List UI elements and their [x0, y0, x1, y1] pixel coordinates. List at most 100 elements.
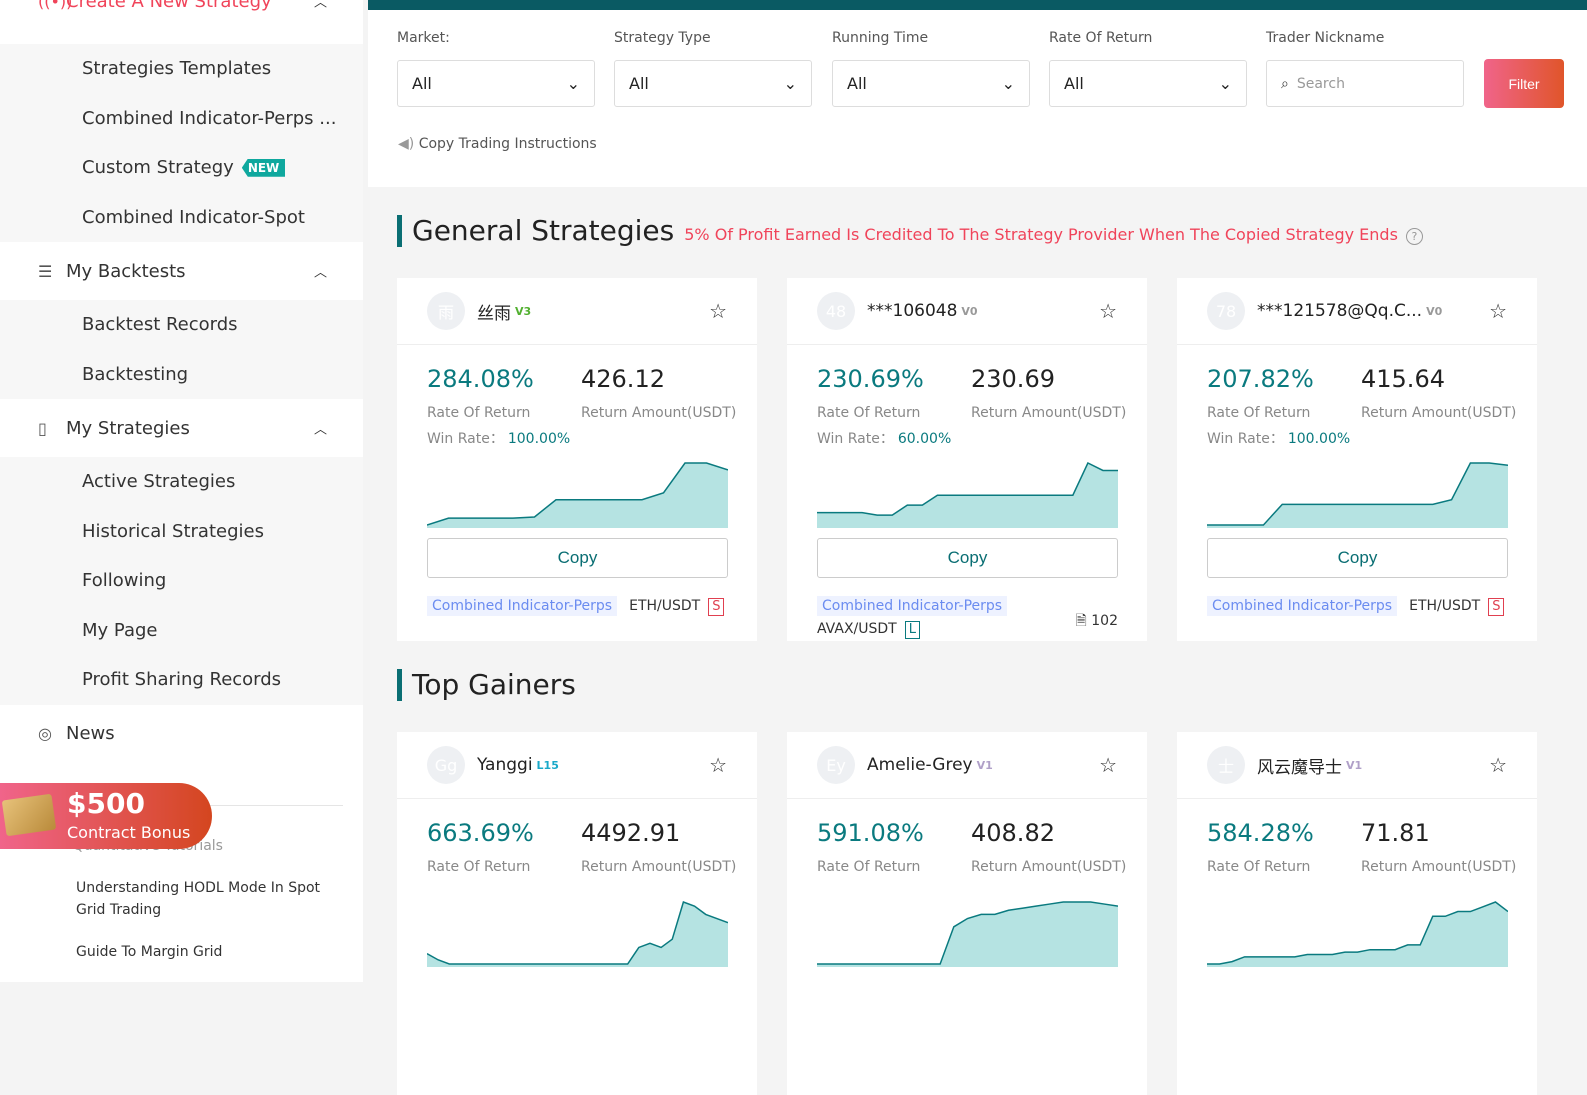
time-filter: Running Time All ⌄ — [832, 30, 1030, 107]
sidebar-group-create[interactable]: ((•)) Create A New Strategy ︿ — [0, 0, 363, 30]
planet-icon: ◎ — [38, 724, 52, 743]
instructions-label: Copy Trading Instructions — [418, 136, 597, 152]
broadcast-icon: ((•)) — [38, 0, 73, 11]
trading-pair: ETH/USDT — [629, 598, 701, 614]
market-filter: Market: All ⌄ — [397, 30, 595, 107]
market-select[interactable]: All ⌄ — [397, 60, 595, 107]
trader-name[interactable]: 丝雨 — [477, 299, 511, 324]
star-icon[interactable]: ☆ — [1489, 299, 1507, 323]
sidebar-group-strategies[interactable]: ▯ My Strategies ︿ — [0, 399, 363, 457]
type-select[interactable]: All ⌄ — [614, 60, 812, 107]
select-value: All — [847, 74, 867, 93]
rate-of-return: 230.69% — [817, 365, 924, 393]
level-badge: V0 — [961, 304, 978, 318]
rate-of-return: 284.08% — [427, 365, 534, 393]
strategy-type-tag: Combined Indicator-Perps — [1207, 596, 1398, 616]
sidebar-item-backtesting[interactable]: Backtesting — [0, 350, 363, 400]
instructions-link[interactable]: ◀) Copy Trading Instructions — [398, 136, 597, 152]
time-select[interactable]: All ⌄ — [832, 60, 1030, 107]
trader-name[interactable]: ***121578@Qq.C... — [1257, 301, 1422, 321]
amount-label: Return Amount(USDT) — [971, 405, 1127, 421]
rate-of-return: 591.08% — [817, 819, 924, 847]
card-header: 雨丝雨 V3 ☆ — [397, 278, 757, 345]
contract-bonus-banner[interactable]: $500 Contract Bonus — [0, 783, 212, 849]
tutorial-link[interactable]: Guide To Margin Grid — [76, 941, 326, 963]
tutorial-link[interactable]: Understanding HODL Mode In Spot Grid Tra… — [76, 877, 326, 921]
amount-label: Return Amount(USDT) — [581, 405, 737, 421]
promo-amount: $500 — [67, 787, 145, 820]
return-amount: 71.81 — [1361, 819, 1430, 847]
card-header: 78 ***121578@Qq.C... V0 ☆ — [1177, 278, 1537, 345]
return-sparkline — [817, 461, 1118, 528]
sidebar-item-historical[interactable]: Historical Strategies — [0, 507, 363, 557]
sidebar-item-profit-sharing[interactable]: Profit Sharing Records — [0, 655, 363, 705]
star-icon[interactable]: ☆ — [1099, 299, 1117, 323]
direction-badge: S — [1488, 598, 1505, 616]
sparkline-area — [427, 902, 728, 967]
avatar: 士 — [1207, 746, 1245, 784]
profit-note: 5% Of Profit Earned Is Credited To The S… — [684, 225, 1398, 244]
level-badge: V1 — [976, 758, 993, 772]
chevron-up-icon: ︿ — [313, 422, 327, 438]
ror-select[interactable]: All ⌄ — [1049, 60, 1247, 107]
type-filter: Strategy Type All ⌄ — [614, 30, 812, 107]
amount-label: Return Amount(USDT) — [1361, 405, 1517, 421]
section-title: Top Gainers — [412, 668, 576, 701]
trader-name[interactable]: 风云魔导士 — [1257, 753, 1342, 778]
trader-name[interactable]: Yanggi — [477, 755, 533, 775]
sidebar-item-combined-spot[interactable]: Combined Indicator-Spot — [0, 193, 363, 243]
strategy-card: 78 ***121578@Qq.C... V0 ☆ 207.82% 415.64 Rate… — [1177, 278, 1537, 641]
level-badge: V3 — [515, 304, 532, 318]
return-amount: 408.82 — [971, 819, 1055, 847]
strategy-card: Gg Yanggi L15 ☆ 663.69% 4492.91 Rate Of Retur… — [397, 732, 757, 1095]
sidebar-item-backtest-records[interactable]: Backtest Records — [0, 300, 363, 350]
chevron-down-icon: ⌄ — [566, 74, 580, 93]
star-icon[interactable]: ☆ — [1489, 753, 1507, 777]
star-icon[interactable]: ☆ — [709, 299, 727, 323]
return-sparkline — [1207, 462, 1508, 528]
select-value: All — [1064, 74, 1084, 93]
card-header: 48 ***106048 V0 ☆ — [787, 278, 1147, 345]
help-icon[interactable]: ? — [1405, 228, 1423, 245]
trader-name[interactable]: ***106048 — [867, 301, 957, 321]
ror-label: Rate Of Return — [427, 405, 531, 421]
ror-label: Rate Of Return — [1207, 859, 1311, 875]
sidebar-item-templates[interactable]: Strategies Templates — [0, 44, 363, 94]
rate-of-return: 584.28% — [1207, 819, 1314, 847]
copy-button[interactable]: Copy — [817, 538, 1118, 578]
chevron-down-icon: ⌄ — [1218, 74, 1232, 93]
sidebar-item-active[interactable]: Active Strategies — [0, 457, 363, 507]
item-label: Custom Strategy — [82, 157, 234, 179]
gainers-section-header: Top Gainers — [397, 668, 576, 701]
level-badge: V0 — [1426, 304, 1443, 318]
trader-name[interactable]: Amelie-Grey — [867, 755, 973, 775]
copy-button[interactable]: Copy — [427, 538, 728, 578]
filter-panel: Market: All ⌄ Strategy Type All ⌄ Running Ti… — [368, 10, 1587, 187]
direction-badge: L — [904, 621, 920, 639]
win-label: Win Rate： — [817, 431, 894, 447]
sidebar-item-my-page[interactable]: My Page — [0, 606, 363, 656]
sidebar-group-backtests[interactable]: ☰ My Backtests ︿ — [0, 242, 363, 300]
star-icon[interactable]: ☆ — [709, 753, 727, 777]
sidebar-item-custom[interactable]: Custom Strategy NEW — [0, 143, 363, 193]
strategy-card: Ey Amelie-Grey V1 ☆ 591.08% 408.82 Rate Of Re… — [787, 732, 1147, 1095]
sidebar-item-combined-perps[interactable]: Combined Indicator-Perps ... — [0, 94, 363, 144]
section-bar — [397, 214, 402, 247]
win-rate: Win Rate： 60.00% — [817, 428, 951, 448]
filter-label: Strategy Type — [614, 30, 711, 46]
filter-button[interactable]: Filter — [1484, 59, 1564, 108]
select-value: All — [412, 74, 432, 93]
amount-label: Return Amount(USDT) — [1361, 859, 1517, 875]
nickname-search[interactable]: ⌕ Search — [1266, 60, 1464, 107]
return-amount: 4492.91 — [581, 819, 681, 847]
ror-label: Rate Of Return — [817, 405, 921, 421]
section-title: General Strategies — [412, 214, 675, 247]
ror-label: Rate Of Return — [427, 859, 531, 875]
amount-label: Return Amount(USDT) — [581, 859, 737, 875]
star-icon[interactable]: ☆ — [1099, 753, 1117, 777]
copy-button[interactable]: Copy — [1207, 538, 1508, 578]
strategy-type-tag: Combined Indicator-Perps — [427, 596, 618, 616]
sidebar-item-news[interactable]: ◎ News — [0, 705, 363, 763]
sliders-icon: ☰ — [38, 261, 53, 281]
sidebar-item-following[interactable]: Following — [0, 556, 363, 606]
